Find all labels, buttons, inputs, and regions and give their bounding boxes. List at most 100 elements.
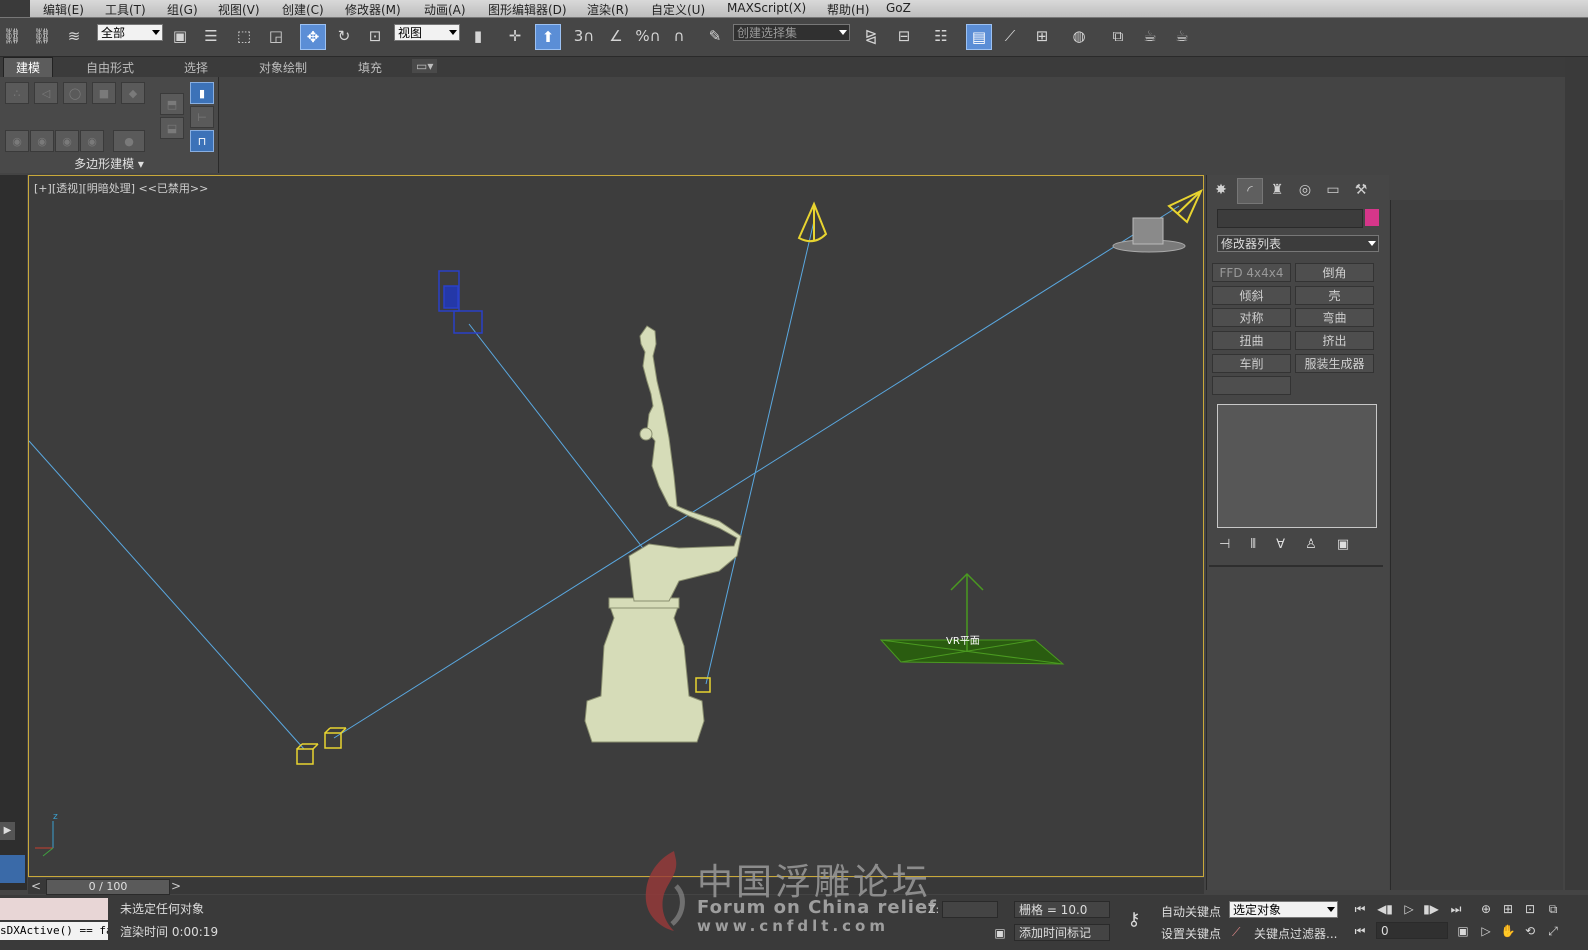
tab-modeling[interactable]: 建模 [3,57,54,77]
object-name-field[interactable] [1217,209,1363,228]
time-next-button[interactable]: > [171,879,181,893]
spotlight-cone-1[interactable] [797,201,828,243]
motion-tab-icon[interactable]: ◎ [1293,178,1317,202]
app-button[interactable] [0,0,30,17]
modifier-symmetry-button[interactable]: 对称 [1212,308,1291,327]
light-target-2[interactable] [324,727,347,749]
key-mode-icon[interactable]: ⏮ [1350,922,1370,940]
play-icon[interactable]: ▷ [1399,900,1419,918]
next-frame-icon[interactable]: ▮▶ [1421,900,1441,918]
add-time-tag-field[interactable]: 添加时间标记 [1014,924,1110,941]
menu-help[interactable]: 帮助(H) [827,1,869,18]
layer-manager-icon[interactable]: ☷ [929,24,953,48]
modifier-extrude-button[interactable]: 挤出 [1295,331,1374,350]
named-selection-dropdown[interactable]: 创建选择集 [733,24,850,41]
modifier-lathe-button[interactable]: 车削 [1212,354,1291,373]
object-color-swatch[interactable] [1365,209,1379,226]
graphite-tool-3-icon[interactable]: ◉ [55,130,79,152]
time-slider-track[interactable] [28,878,1204,894]
set-key-button[interactable]: 设置关键点 [1161,925,1221,942]
modifier-cloth-button[interactable]: 服装生成器 [1295,354,1374,373]
menu-rendering[interactable]: 渲染(R) [587,1,629,18]
zoom-icon[interactable]: ⊕ [1476,900,1496,918]
create-tab-icon[interactable]: ✸ [1209,178,1233,202]
selection-filter-dropdown[interactable]: 全部 [97,24,163,41]
menu-animation[interactable]: 动画(A) [424,1,466,18]
modify-up-icon[interactable]: ⬒ [160,93,184,115]
fov-icon[interactable]: ▷ [1476,922,1496,940]
material-editor-icon[interactable]: ◍ [1067,24,1091,48]
menu-modifiers[interactable]: 修改器(M) [345,1,401,18]
show-end-icon[interactable]: ⊢ [190,106,214,128]
menu-goz[interactable]: GoZ [886,1,911,15]
polygon-icon[interactable]: ■ [92,82,116,104]
goto-start-icon[interactable]: ⏮ [1350,900,1370,918]
vertex-icon[interactable]: ∴ [5,82,29,104]
modify-tab-icon[interactable]: ◜ [1237,178,1263,204]
unlink-icon[interactable]: ⛓ [30,24,54,48]
modifier-shell-button[interactable]: 壳 [1295,286,1374,305]
make-unique-stack-icon[interactable]: ∀ [1276,537,1285,552]
edit-named-sets-icon[interactable]: ✎ [703,24,727,48]
ref-coord-dropdown[interactable]: 视图 [394,24,460,41]
z-coord-field[interactable] [942,901,998,918]
modifier-twist-button[interactable]: 扭曲 [1212,331,1291,350]
modifier-empty-button[interactable] [1212,376,1291,395]
display-tab-icon[interactable]: ▭ [1321,178,1345,202]
spinner-snap-icon[interactable]: ∩ [667,24,691,48]
modifier-bend-button[interactable]: 弯曲 [1295,308,1374,327]
make-unique-icon[interactable]: ⊓ [190,130,214,152]
graphite-tool-5-icon[interactable]: ● [113,130,145,152]
spotlight-cone-2[interactable] [1167,188,1203,224]
viewport-menu-shading[interactable]: [明暗处理] [82,182,135,195]
pin-stack-icon[interactable]: ▮ [190,82,214,104]
maxscript-listener-mini[interactable] [0,898,108,920]
align-icon[interactable]: ⊟ [892,24,916,48]
modifier-bevel-button[interactable]: 倒角 [1295,263,1374,282]
tab-selection[interactable]: 选择 [184,59,208,76]
modifier-ffd-button[interactable]: FFD 4x4x4 [1212,263,1291,282]
show-end-result-icon[interactable]: ⫴ [1250,537,1255,552]
vr-plane-object[interactable] [879,572,1065,665]
expand-arrow-icon[interactable]: ▶ [0,822,15,840]
snap-icon[interactable]: 3 ∩ [572,24,596,48]
percent-snap-icon[interactable]: % ∩ [635,24,660,48]
pin-stack-icon[interactable]: ⊣ [1219,537,1230,552]
render-setup-icon[interactable]: ⧉ [1106,24,1130,48]
pivot-icon[interactable]: ▮ [466,24,490,48]
angle-snap-icon[interactable]: ∠ [604,24,628,48]
prev-frame-icon[interactable]: ◀▮ [1375,900,1395,918]
modifier-list-dropdown[interactable]: 修改器列表 [1217,235,1379,252]
mirror-icon[interactable]: ⧎ [859,24,883,48]
maximize-viewport-icon[interactable]: ⤢ [1543,922,1563,940]
tab-populate[interactable]: 填充 [358,59,382,76]
key-filters-button[interactable]: 关键点过滤器... [1254,925,1337,942]
move-icon[interactable]: ✥ [300,24,326,50]
rotate-icon[interactable]: ↻ [332,24,356,48]
modifier-stack-list[interactable] [1217,404,1377,528]
scale-icon[interactable]: ⊡ [363,24,387,48]
tab-freeform[interactable]: 自由形式 [86,59,134,76]
render-icon[interactable]: ☕ [1170,24,1194,48]
manipulate-icon[interactable]: ✛ [503,24,527,48]
edge-icon[interactable]: ◁ [34,82,58,104]
time-config-icon[interactable]: ▣ [1453,922,1473,940]
keyboard-shortcut-icon[interactable]: ⬆ [535,24,561,50]
rendered-frame-icon[interactable]: ☕ [1138,24,1162,48]
tab-object-paint[interactable]: 对象绘制 [259,59,307,76]
graphite-tool-2-icon[interactable]: ◉ [30,130,54,152]
configure-sets-icon[interactable]: ▣ [1337,537,1349,552]
border-icon[interactable]: ◯ [63,82,87,104]
utilities-tab-icon[interactable]: ⚒ [1349,178,1373,202]
maxscript-input[interactable]: sDXActive() == fa [0,922,108,940]
link-icon[interactable]: ⛓ [0,24,24,48]
pan-icon[interactable]: ✋ [1498,922,1518,940]
light-target-3[interactable] [695,677,711,693]
hierarchy-tab-icon[interactable]: ♜ [1265,178,1289,202]
graphite-tool-1-icon[interactable]: ◉ [5,130,29,152]
auto-key-button[interactable]: 自动关键点 [1161,903,1221,920]
remove-modifier-icon[interactable]: ♙ [1305,537,1317,552]
curve-editor-icon[interactable]: ⟋ [998,24,1022,48]
perspective-viewport[interactable]: VR平面 z [28,175,1204,877]
modify-down-icon[interactable]: ⬓ [160,117,184,139]
